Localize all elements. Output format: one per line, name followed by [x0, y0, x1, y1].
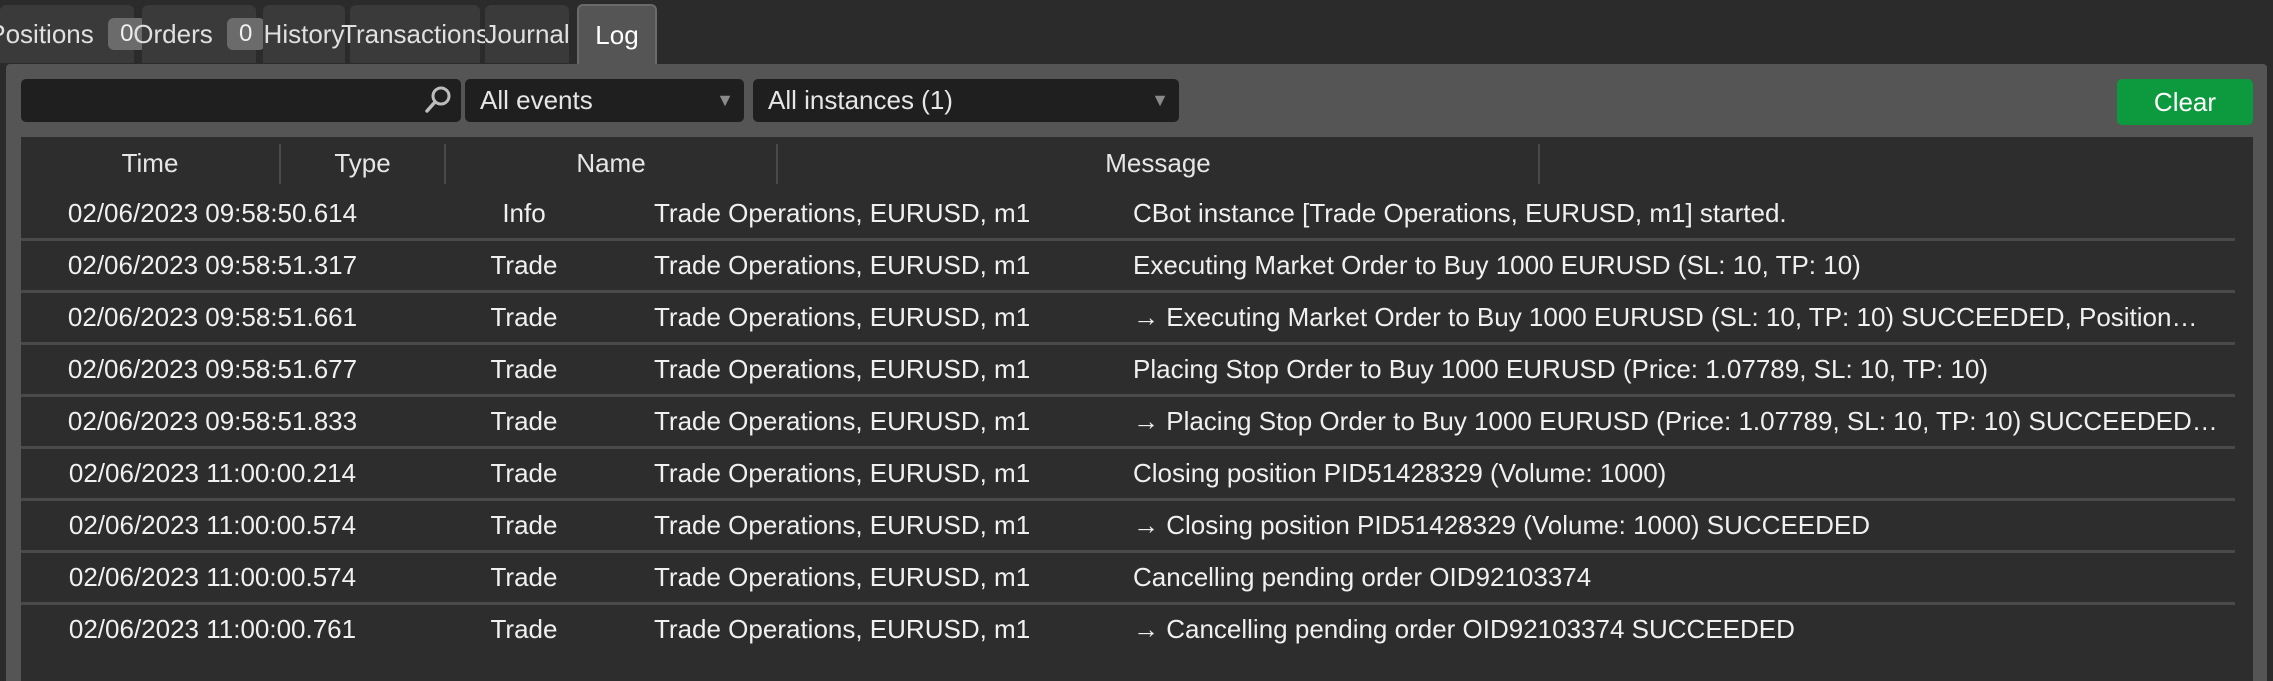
cell-time: 02/06/2023 09:58:50.614	[67, 198, 358, 228]
tab-label: Journal	[484, 18, 570, 49]
cell-message: CBot instance [Trade Operations, EURUSD,…	[1133, 198, 1787, 228]
cell-message: → Placing Stop Order to Buy 1000 EURUSD …	[1133, 406, 2218, 436]
cell-type: Trade	[490, 250, 558, 280]
cell-time: 02/06/2023 09:58:51.661	[67, 302, 358, 332]
table-row[interactable]: 02/06/2023 11:00:00.214 Trade Trade Oper…	[21, 449, 2235, 501]
cell-name: Trade Operations, EURUSD, m1	[654, 354, 1031, 384]
cell-type: Trade	[490, 406, 558, 436]
cell-time: 02/06/2023 09:58:51.317	[67, 250, 358, 280]
tab-journal[interactable]: Journal	[484, 5, 570, 63]
column-header-time[interactable]: Time	[21, 137, 279, 189]
table-row[interactable]: 02/06/2023 11:00:00.574 Trade Trade Oper…	[21, 553, 2235, 605]
table-row[interactable]: 02/06/2023 09:58:51.661 Trade Trade Oper…	[21, 293, 2235, 345]
cell-name: Trade Operations, EURUSD, m1	[654, 510, 1031, 540]
tab-positions[interactable]: Positions 0	[0, 5, 146, 63]
cell-time: 02/06/2023 11:00:00.574	[68, 510, 357, 540]
tab-label: Log	[595, 19, 639, 50]
table-row[interactable]: 02/06/2023 11:00:00.761 Trade Trade Oper…	[21, 605, 2235, 657]
tab-bar: Positions 0 Orders 0 History Transaction…	[0, 0, 2273, 64]
tab-label: Orders	[133, 18, 213, 49]
table-row[interactable]: 02/06/2023 09:58:51.677 Trade Trade Oper…	[21, 345, 2235, 397]
tab-log[interactable]: Log	[577, 4, 657, 64]
events-filter-select[interactable]: All events ▼	[465, 79, 744, 122]
search-box	[21, 79, 461, 122]
search-icon[interactable]	[423, 85, 453, 115]
cell-message: Executing Market Order to Buy 1000 EURUS…	[1133, 250, 1861, 280]
column-header-type[interactable]: Type	[281, 137, 444, 189]
cell-type: Trade	[490, 614, 558, 644]
trade-log-window: Positions 0 Orders 0 History Transaction…	[0, 0, 2273, 681]
log-toolbar: All events ▼ All instances (1) ▼ Clear	[6, 64, 2267, 138]
cell-type: Trade	[490, 354, 558, 384]
cell-name: Trade Operations, EURUSD, m1	[654, 614, 1031, 644]
cell-time: 02/06/2023 11:00:00.214	[68, 458, 357, 488]
cell-message: Cancelling pending order OID92103374	[1133, 562, 1592, 592]
tab-label: Positions	[0, 18, 94, 49]
column-header-message[interactable]: Message	[778, 137, 1538, 189]
column-header-name[interactable]: Name	[446, 137, 776, 189]
count-badge: 0	[226, 18, 265, 50]
cell-name: Trade Operations, EURUSD, m1	[654, 406, 1031, 436]
cell-name: Trade Operations, EURUSD, m1	[654, 562, 1031, 592]
cell-name: Trade Operations, EURUSD, m1	[654, 250, 1031, 280]
search-input[interactable]	[21, 79, 416, 122]
table-row[interactable]: 02/06/2023 09:58:51.317 Trade Trade Oper…	[21, 241, 2235, 293]
tab-transactions[interactable]: Transactions	[341, 5, 489, 63]
table-header: Time Type Name Message	[21, 137, 2253, 189]
cell-name: Trade Operations, EURUSD, m1	[654, 302, 1031, 332]
cell-name: Trade Operations, EURUSD, m1	[654, 198, 1031, 228]
chevron-down-icon: ▼	[716, 90, 734, 110]
cell-type: Trade	[490, 562, 558, 592]
log-table: Time Type Name Message 02/06/2023 09:58:…	[21, 137, 2253, 681]
cell-time: 02/06/2023 09:58:51.677	[67, 354, 358, 384]
log-panel: All events ▼ All instances (1) ▼ Clear T…	[6, 64, 2267, 681]
cell-message: → Cancelling pending order OID92103374 S…	[1133, 614, 1795, 644]
cell-time: 02/06/2023 09:58:51.833	[67, 406, 358, 436]
chevron-down-icon: ▼	[1151, 90, 1169, 110]
cell-name: Trade Operations, EURUSD, m1	[654, 458, 1031, 488]
column-resize-handle[interactable]	[1538, 144, 1540, 184]
events-filter-value: All events	[480, 85, 593, 115]
table-row[interactable]: 02/06/2023 09:58:50.614 Info Trade Opera…	[21, 189, 2235, 241]
cell-message: → Executing Market Order to Buy 1000 EUR…	[1133, 302, 2198, 332]
cell-message: → Closing position PID51428329 (Volume: …	[1133, 510, 1871, 540]
tab-history[interactable]: History	[263, 5, 345, 63]
tab-label: Transactions	[341, 18, 489, 49]
table-row[interactable]: 02/06/2023 09:58:51.833 Trade Trade Oper…	[21, 397, 2235, 449]
cell-time: 02/06/2023 11:00:00.761	[68, 614, 357, 644]
instances-filter-value: All instances (1)	[768, 85, 953, 115]
cell-type: Info	[502, 198, 546, 228]
cell-type: Trade	[490, 302, 558, 332]
cell-type: Trade	[490, 458, 558, 488]
cell-message: Placing Stop Order to Buy 1000 EURUSD (P…	[1133, 354, 1989, 384]
clear-button[interactable]: Clear	[2117, 79, 2253, 125]
instances-filter-select[interactable]: All instances (1) ▼	[753, 79, 1179, 122]
cell-message: Closing position PID51428329 (Volume: 10…	[1133, 458, 1667, 488]
cell-time: 02/06/2023 11:00:00.574	[68, 562, 357, 592]
table-row[interactable]: 02/06/2023 11:00:00.574 Trade Trade Oper…	[21, 501, 2235, 553]
cell-type: Trade	[490, 510, 558, 540]
tab-orders[interactable]: Orders 0	[133, 5, 265, 63]
tab-label: History	[263, 18, 345, 49]
